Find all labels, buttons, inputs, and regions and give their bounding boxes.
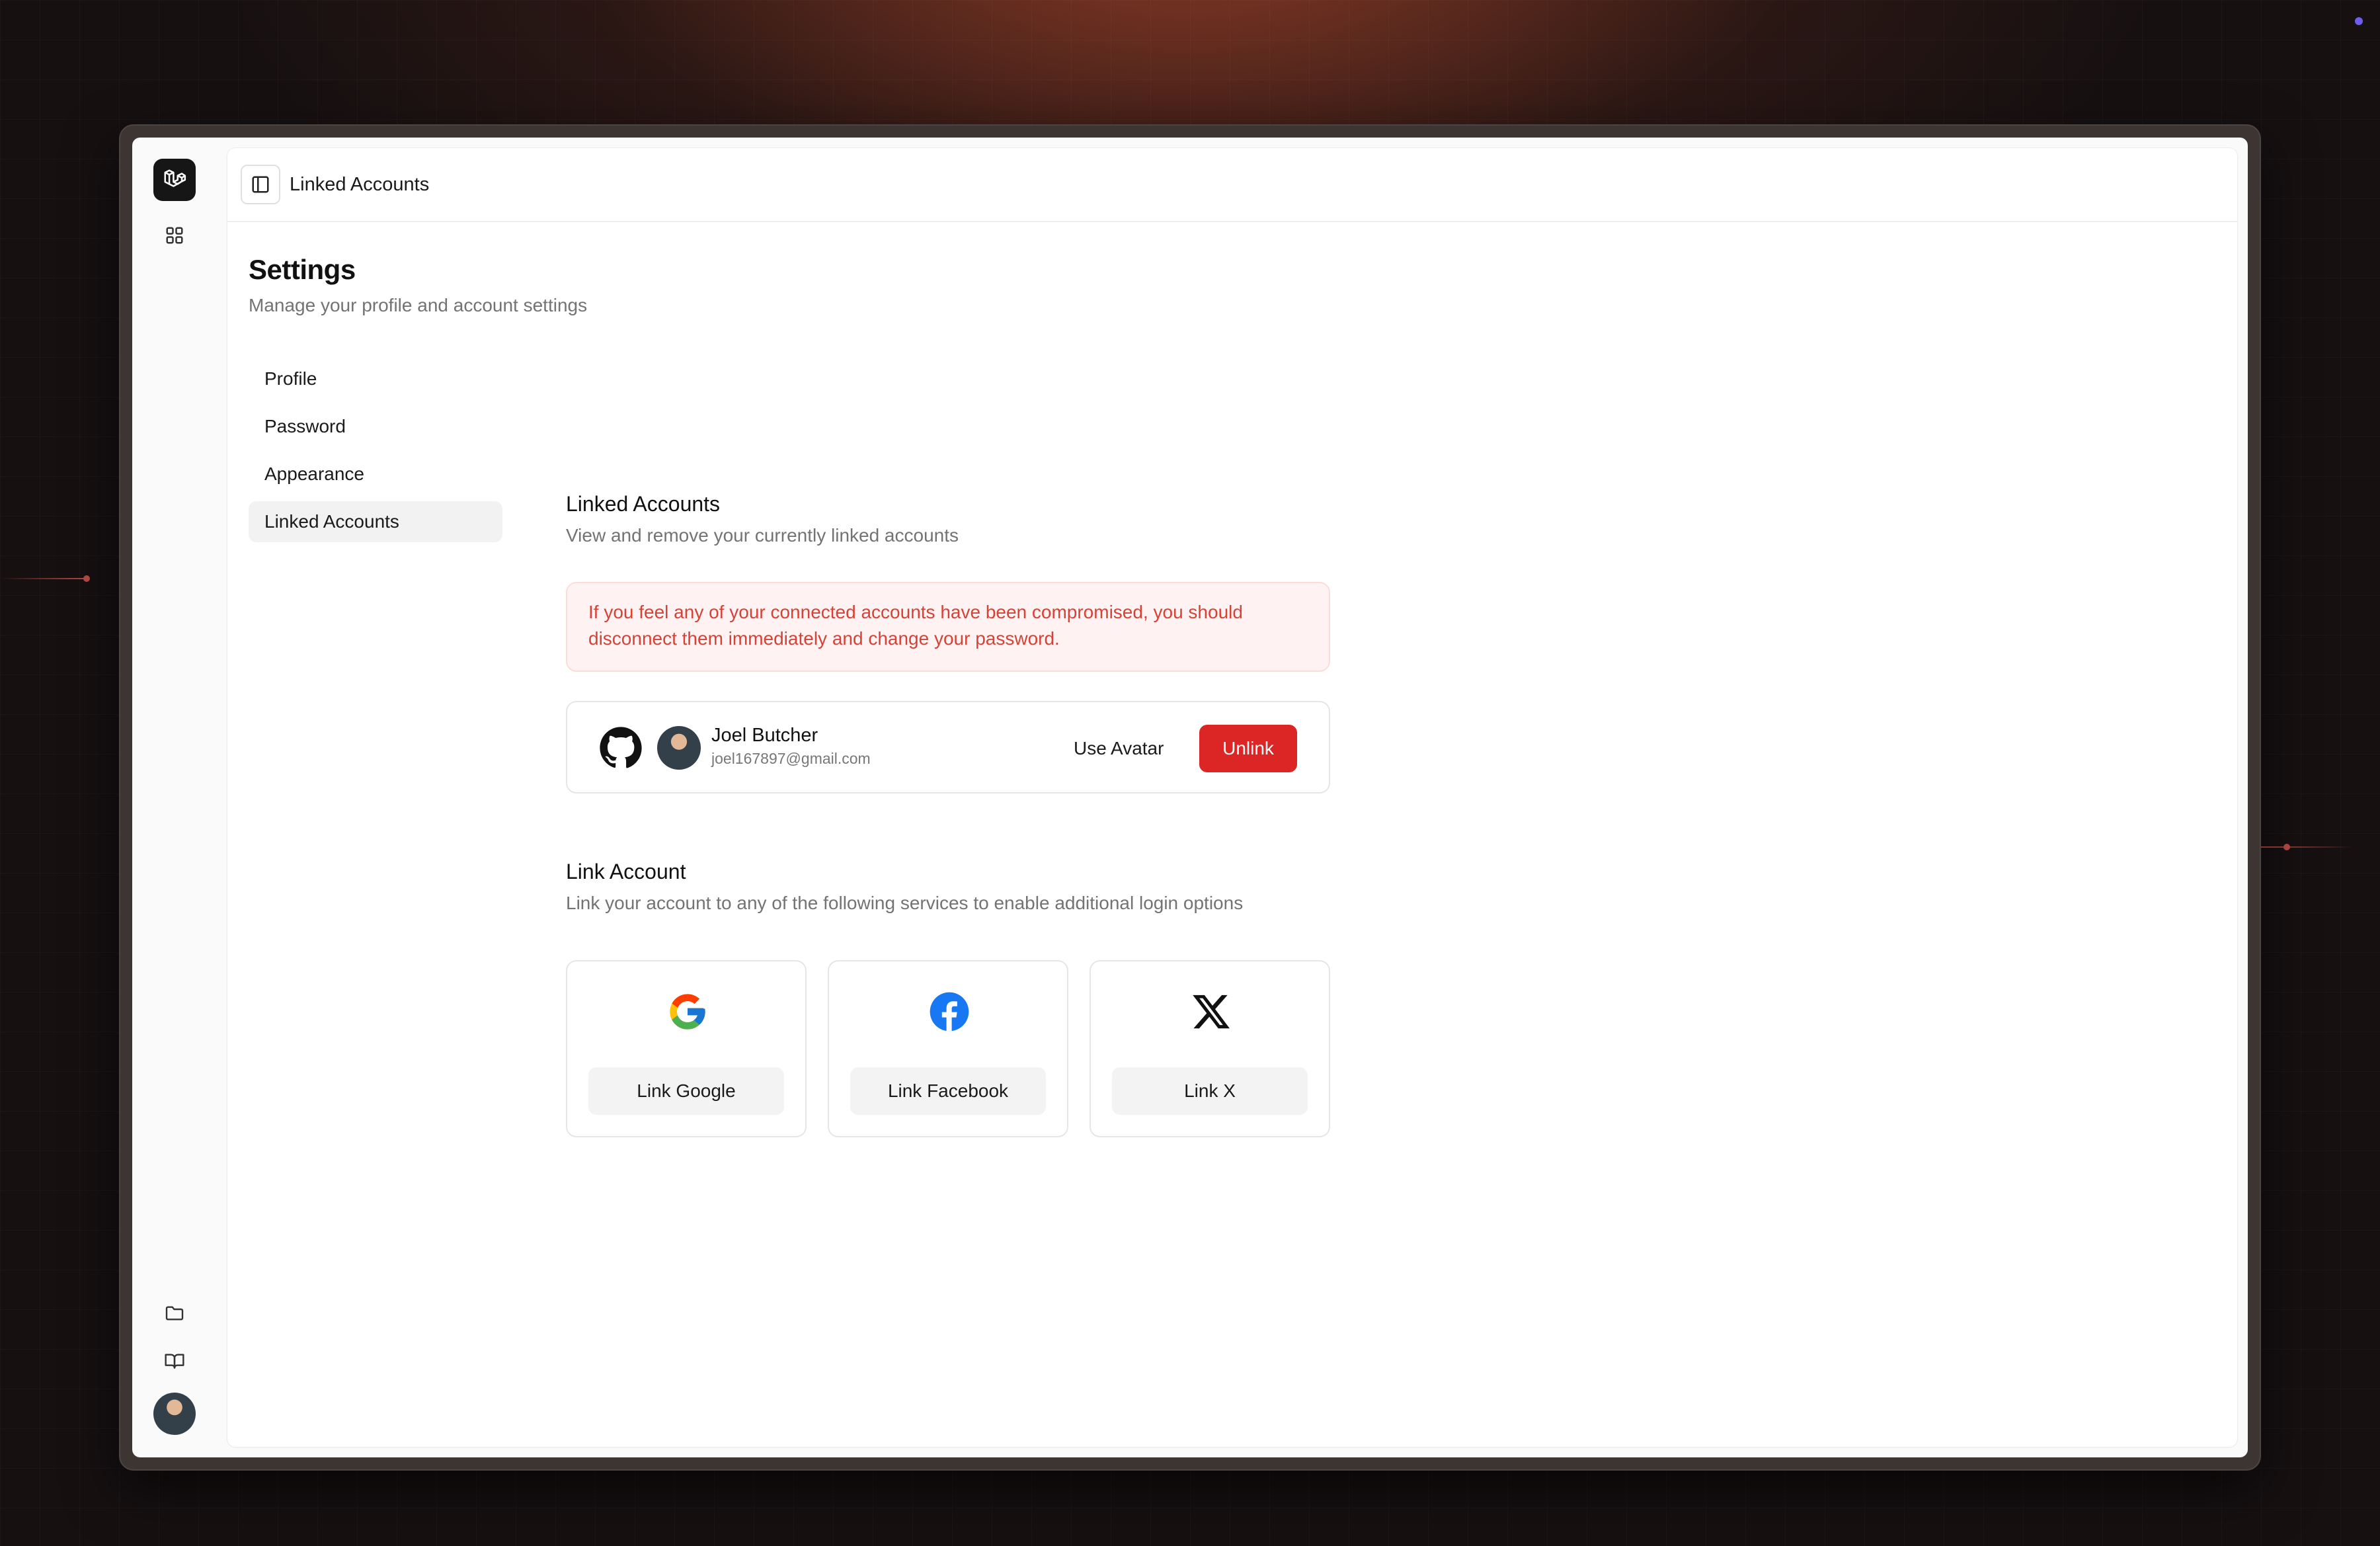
icon-rail bbox=[132, 138, 227, 1457]
linked-account-email: joel167897@gmail.com bbox=[711, 750, 871, 767]
laravel-logo-icon bbox=[164, 169, 186, 187]
grid-icon bbox=[166, 227, 183, 244]
linked-account-card: Joel Butcher joel167897@gmail.com Use Av… bbox=[566, 701, 1330, 793]
main-panel: Linked Accounts Settings Manage your pro… bbox=[227, 148, 2237, 1447]
compromise-warning-alert: If you feel any of your connected accoun… bbox=[566, 582, 1330, 672]
app-logo[interactable] bbox=[153, 159, 196, 201]
link-account-description: Link your account to any of the followin… bbox=[566, 893, 1244, 913]
service-card-google: Link Google bbox=[566, 960, 807, 1137]
user-avatar[interactable] bbox=[153, 1393, 196, 1435]
link-account-heading: Link Account bbox=[566, 860, 686, 883]
decorative-dot bbox=[2355, 17, 2363, 25]
app-window: Linked Accounts Settings Manage your pro… bbox=[132, 138, 2248, 1457]
x-icon bbox=[1190, 991, 1232, 1033]
link-facebook-button[interactable]: Link Facebook bbox=[850, 1067, 1046, 1115]
sidebar-toggle-button[interactable] bbox=[241, 165, 280, 204]
decorative-line bbox=[2261, 846, 2354, 848]
facebook-icon bbox=[928, 991, 971, 1033]
folder-icon bbox=[165, 1306, 184, 1321]
linked-accounts-description: View and remove your currently linked ac… bbox=[566, 525, 959, 546]
page-title: Settings bbox=[249, 254, 356, 285]
repository-button[interactable] bbox=[161, 1300, 188, 1326]
service-card-facebook: Link Facebook bbox=[828, 960, 1068, 1137]
decorative-dot bbox=[83, 575, 90, 582]
decorative-line bbox=[0, 578, 87, 579]
documentation-button[interactable] bbox=[161, 1348, 188, 1374]
linked-account-name: Joel Butcher bbox=[711, 725, 818, 746]
nav-item-profile[interactable]: Profile bbox=[249, 358, 502, 399]
linked-account-avatar bbox=[657, 726, 701, 770]
google-icon bbox=[666, 991, 709, 1033]
linked-accounts-heading: Linked Accounts bbox=[566, 492, 721, 516]
use-avatar-button[interactable]: Use Avatar bbox=[1056, 725, 1181, 772]
nav-item-password[interactable]: Password bbox=[249, 406, 502, 447]
nav-item-appearance[interactable]: Appearance bbox=[249, 454, 502, 495]
book-open-icon bbox=[165, 1354, 184, 1369]
link-x-button[interactable]: Link X bbox=[1112, 1067, 1308, 1115]
dashboard-button[interactable] bbox=[161, 222, 188, 249]
github-icon bbox=[600, 727, 642, 768]
link-google-button[interactable]: Link Google bbox=[588, 1067, 784, 1115]
top-bar: Linked Accounts bbox=[227, 148, 2237, 222]
settings-nav: Profile Password Appearance Linked Accou… bbox=[249, 358, 502, 549]
decorative-dot bbox=[2283, 844, 2290, 850]
service-card-x: Link X bbox=[1090, 960, 1330, 1137]
sidebar-icon bbox=[252, 176, 269, 193]
breadcrumb-title: Linked Accounts bbox=[290, 173, 430, 195]
nav-item-linked-accounts[interactable]: Linked Accounts bbox=[249, 501, 502, 542]
page-subtitle: Manage your profile and account settings bbox=[249, 295, 588, 315]
unlink-button[interactable]: Unlink bbox=[1199, 725, 1297, 772]
